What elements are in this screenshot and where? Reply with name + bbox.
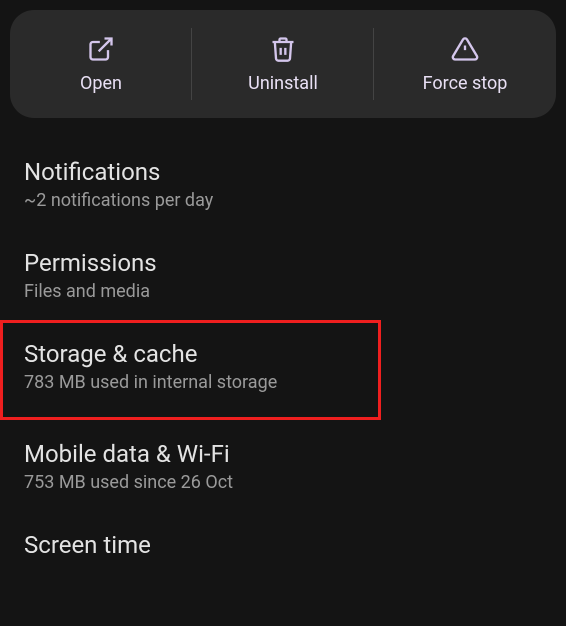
notifications-item[interactable]: Notifications ~2 notifications per day — [0, 138, 566, 229]
notifications-title: Notifications — [24, 158, 542, 186]
permissions-subtitle: Files and media — [24, 281, 542, 302]
storage-subtitle: 783 MB used in internal storage — [24, 372, 357, 393]
storage-title: Storage & cache — [24, 340, 357, 368]
open-label: Open — [80, 73, 122, 94]
settings-list: Notifications ~2 notifications per day P… — [0, 138, 566, 581]
screen-time-item[interactable]: Screen time — [0, 511, 566, 581]
warning-icon — [451, 35, 479, 63]
action-button-row: Open Uninstall Force stop — [10, 10, 556, 118]
mobile-data-wifi-item[interactable]: Mobile data & Wi-Fi 753 MB used since 26… — [0, 420, 566, 511]
permissions-title: Permissions — [24, 249, 542, 277]
permissions-item[interactable]: Permissions Files and media — [0, 229, 566, 320]
force-stop-label: Force stop — [423, 73, 508, 94]
data-title: Mobile data & Wi-Fi — [24, 440, 542, 468]
open-icon — [87, 35, 115, 63]
storage-cache-item[interactable]: Storage & cache 783 MB used in internal … — [0, 320, 381, 420]
uninstall-button[interactable]: Uninstall — [192, 10, 374, 118]
notifications-subtitle: ~2 notifications per day — [24, 190, 542, 211]
open-button[interactable]: Open — [10, 10, 192, 118]
trash-icon — [269, 35, 297, 63]
data-subtitle: 753 MB used since 26 Oct — [24, 472, 542, 493]
uninstall-label: Uninstall — [248, 73, 318, 94]
force-stop-button[interactable]: Force stop — [374, 10, 556, 118]
screen-time-title: Screen time — [24, 531, 542, 559]
